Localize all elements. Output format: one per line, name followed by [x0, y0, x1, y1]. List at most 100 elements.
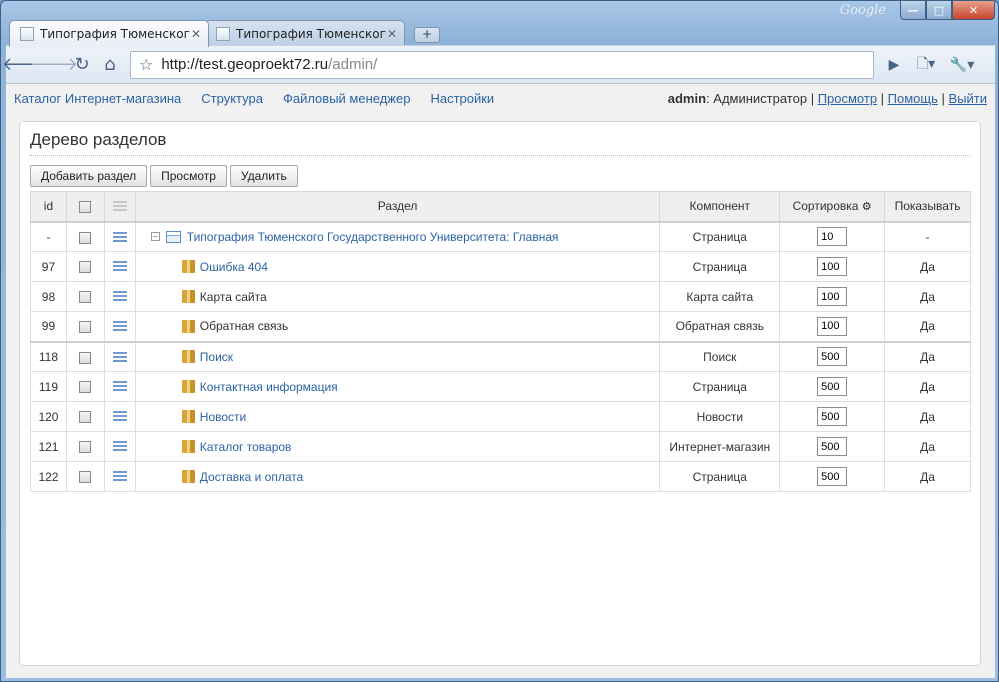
- col-id[interactable]: id: [30, 191, 67, 223]
- section-link[interactable]: Доставка и оплата: [200, 470, 304, 484]
- close-window-button[interactable]: ✕: [952, 1, 995, 20]
- site-icon: [165, 230, 181, 243]
- sort-icon[interactable]: ⚙: [862, 201, 872, 213]
- reload-button[interactable]: ↻: [68, 52, 96, 78]
- minimize-button[interactable]: —: [900, 1, 926, 20]
- row-select[interactable]: [65, 311, 105, 342]
- row-select[interactable]: [65, 431, 105, 462]
- row-drag[interactable]: [103, 281, 136, 312]
- row-checkbox[interactable]: [79, 231, 92, 244]
- section-name[interactable]: Обратная связь: [200, 319, 288, 333]
- select-all-checkbox[interactable]: [79, 201, 92, 214]
- sort-input[interactable]: [817, 347, 848, 367]
- section-link[interactable]: Ошибка 404: [200, 260, 268, 274]
- col-drag: [103, 191, 136, 223]
- play-icon: ▶: [888, 56, 900, 73]
- home-button[interactable]: ⌂: [96, 52, 124, 78]
- sections-table: id Раздел Компонент Сортировка ⚙ Показыв…: [30, 191, 971, 492]
- tab-2[interactable]: Типография Тюменског... ✕: [205, 20, 405, 47]
- row-select[interactable]: [65, 340, 105, 372]
- drag-handle-icon[interactable]: [112, 441, 127, 454]
- sort-input[interactable]: [817, 257, 848, 276]
- row-section: Ошибка 404: [134, 251, 661, 282]
- row-checkbox[interactable]: [79, 261, 92, 274]
- row-drag[interactable]: [103, 221, 136, 252]
- row-section: − Типография Тюменского Государственного …: [134, 221, 661, 252]
- row-select[interactable]: [65, 281, 105, 312]
- section-link[interactable]: Новости: [200, 410, 246, 424]
- sort-input[interactable]: [817, 437, 848, 456]
- row-checkbox[interactable]: [79, 381, 92, 394]
- view-link[interactable]: Просмотр: [818, 91, 877, 106]
- row-select[interactable]: [65, 251, 105, 282]
- divider: [30, 155, 970, 156]
- row-drag[interactable]: [103, 340, 136, 372]
- collapse-icon[interactable]: −: [150, 232, 160, 242]
- add-section-button[interactable]: Добавить раздел: [30, 165, 148, 187]
- sort-input[interactable]: [817, 287, 848, 306]
- sort-input[interactable]: [817, 377, 848, 396]
- row-drag[interactable]: [103, 401, 136, 432]
- section-link[interactable]: Контактная информация: [200, 380, 338, 394]
- drag-handle-icon[interactable]: [112, 381, 127, 394]
- col-select-all[interactable]: [65, 191, 105, 223]
- page-menu-button[interactable]: 🗋▾: [908, 52, 944, 78]
- drag-handle-icon[interactable]: [112, 351, 127, 364]
- col-show[interactable]: Показывать: [884, 191, 971, 223]
- menu-catalog[interactable]: Каталог Интернет-магазина: [14, 91, 181, 106]
- drag-handle-icon[interactable]: [112, 261, 127, 274]
- section-link[interactable]: Типография Тюменского Государственного У…: [187, 230, 559, 244]
- row-select[interactable]: [65, 371, 105, 402]
- close-icon[interactable]: ✕: [386, 27, 398, 41]
- menu-file-manager[interactable]: Файловый менеджер: [283, 91, 411, 106]
- row-checkbox[interactable]: [79, 471, 92, 484]
- row-drag[interactable]: [103, 251, 136, 282]
- star-icon[interactable]: ☆: [139, 55, 153, 74]
- row-checkbox[interactable]: [79, 321, 92, 334]
- logout-link[interactable]: Выйти: [949, 91, 988, 106]
- drag-handle-icon: [112, 201, 127, 214]
- row-sort: [779, 371, 886, 402]
- row-drag[interactable]: [103, 311, 136, 342]
- col-sort[interactable]: Сортировка ⚙: [779, 191, 886, 223]
- sort-input[interactable]: [817, 227, 848, 247]
- section-link[interactable]: Каталог товаров: [200, 440, 292, 454]
- col-component[interactable]: Компонент: [659, 191, 781, 223]
- table-row: 118 Поиск Поиск Да: [30, 340, 971, 372]
- help-link[interactable]: Помощь: [888, 91, 938, 106]
- row-checkbox[interactable]: [79, 441, 92, 454]
- forward-button[interactable]: 🡒: [30, 52, 78, 78]
- close-icon[interactable]: ✕: [190, 27, 202, 41]
- section-name[interactable]: Карта сайта: [200, 290, 267, 304]
- row-drag[interactable]: [103, 461, 136, 492]
- drag-handle-icon[interactable]: [112, 471, 127, 484]
- drag-handle-icon[interactable]: [112, 411, 127, 424]
- menu-structure[interactable]: Структура: [201, 91, 263, 106]
- go-button[interactable]: ▶: [880, 52, 908, 78]
- tools-menu-button[interactable]: 🔧▾: [944, 52, 980, 78]
- tab-1[interactable]: Типография Тюменског... ✕: [9, 20, 209, 47]
- row-checkbox[interactable]: [79, 411, 92, 424]
- delete-button[interactable]: Удалить: [229, 165, 298, 187]
- row-select[interactable]: [65, 221, 105, 252]
- sort-input[interactable]: [817, 407, 848, 426]
- row-checkbox[interactable]: [79, 351, 92, 364]
- row-checkbox[interactable]: [79, 291, 92, 304]
- row-select[interactable]: [65, 401, 105, 432]
- drag-handle-icon[interactable]: [112, 231, 127, 244]
- table-row: 99 Обратная связь Обратная связь Да: [30, 311, 971, 342]
- drag-handle-icon[interactable]: [112, 321, 127, 334]
- sort-input[interactable]: [817, 316, 848, 336]
- col-section[interactable]: Раздел: [134, 191, 661, 223]
- address-bar[interactable]: ☆ http://test.geoproekt72.ru/admin/: [130, 50, 874, 79]
- drag-handle-icon[interactable]: [112, 291, 127, 304]
- menu-settings[interactable]: Настройки: [430, 91, 494, 106]
- maximize-button[interactable]: □: [926, 1, 952, 20]
- section-link[interactable]: Поиск: [200, 350, 233, 364]
- new-tab-button[interactable]: +: [414, 27, 440, 43]
- sort-input[interactable]: [817, 467, 848, 486]
- view-button[interactable]: Просмотр: [150, 165, 227, 187]
- row-drag[interactable]: [103, 431, 136, 462]
- row-drag[interactable]: [103, 371, 136, 402]
- row-select[interactable]: [65, 461, 105, 492]
